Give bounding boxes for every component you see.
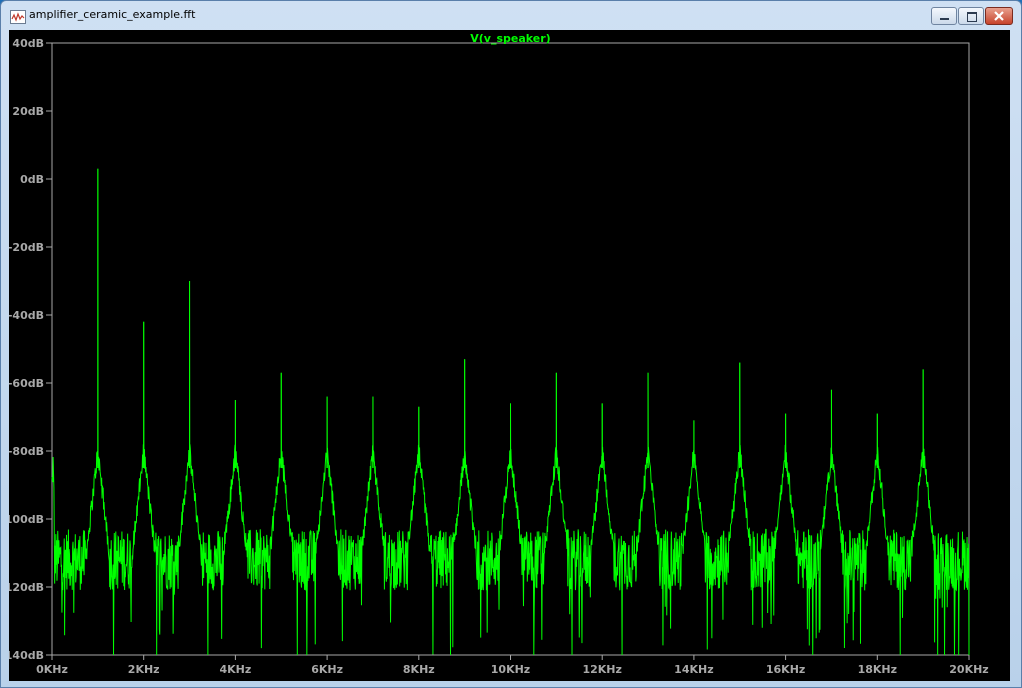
x-tick-label: 8KHz xyxy=(403,663,435,676)
maximize-button[interactable] xyxy=(958,7,984,25)
y-tick-label: -40dB xyxy=(9,309,44,322)
window-title: amplifier_ceramic_example.fft xyxy=(29,8,196,21)
y-tick-label: -60dB xyxy=(9,377,44,390)
waveform-plot-icon xyxy=(10,10,26,24)
x-tick-label: 12KHz xyxy=(582,663,621,676)
close-icon xyxy=(994,11,1004,21)
x-tick-label: 18KHz xyxy=(858,663,897,676)
series-title: V(v_speaker) xyxy=(470,32,550,45)
x-tick-label: 20KHz xyxy=(949,663,988,676)
x-tick-label: 14KHz xyxy=(674,663,713,676)
y-tick-label: -120dB xyxy=(9,581,44,594)
fft-chart: 40dB 20dB 0dB -20dB -40dB -60dB -80dB -100dB -12… xyxy=(9,32,989,676)
y-tick-label: -80dB xyxy=(9,445,44,458)
x-tick-label: 16KHz xyxy=(766,663,805,676)
y-tick-label: -140dB xyxy=(9,649,44,662)
y-tick-label: 40dB xyxy=(12,37,44,50)
y-tick-label: 0dB xyxy=(20,173,44,186)
x-tick-label: 6KHz xyxy=(311,663,343,676)
fft-plot-pane[interactable]: 40dB 20dB 0dB -20dB -40dB -60dB -80dB -100dB -12… xyxy=(9,30,1010,681)
title-bar[interactable]: amplifier_ceramic_example.fft xyxy=(1,1,1021,31)
x-tick-label: 2KHz xyxy=(128,663,160,676)
x-tick-label: 4KHz xyxy=(220,663,252,676)
y-tick-label: -20dB xyxy=(9,241,44,254)
minimize-icon xyxy=(940,18,949,20)
maximize-icon xyxy=(967,12,977,22)
close-button[interactable] xyxy=(985,7,1013,25)
y-tick-label: 20dB xyxy=(12,105,44,118)
minimize-button[interactable] xyxy=(931,7,957,25)
fft-window: amplifier_ceramic_example.fft 40dB 20dB 0d… xyxy=(0,0,1022,688)
x-tick-label: 0KHz xyxy=(36,663,68,676)
x-tick-label: 10KHz xyxy=(491,663,530,676)
y-tick-label: -100dB xyxy=(9,513,44,526)
